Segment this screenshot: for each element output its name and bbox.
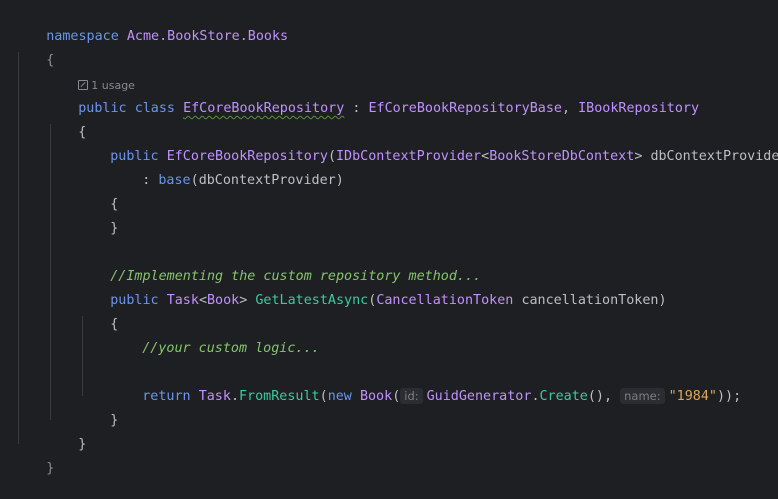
- code-line-2: {: [14, 31, 54, 68]
- method-name[interactable]: GetLatestAsync: [255, 293, 368, 308]
- code-line-return: return Task.FromResult(new Book(id: GuidG…: [110, 367, 741, 404]
- param-hint-name: name:: [620, 388, 665, 404]
- param-hint-id: id:: [400, 388, 423, 404]
- paren-close: ): [335, 173, 344, 188]
- usage-hint[interactable]: 1 usage: [46, 56, 135, 92]
- namespace-name: Acme.BookStore.Books: [126, 29, 289, 44]
- keyword-return: return: [142, 389, 191, 404]
- code-line-ctor-open: {: [78, 175, 118, 212]
- method-close-brace: }: [110, 413, 119, 428]
- code-line-method-sig: public Task<Book> GetLatestAsync(Cancell…: [78, 271, 666, 308]
- code-line-method-close: }: [78, 391, 118, 428]
- comma: ,: [604, 389, 621, 404]
- code-line-class-close: }: [46, 415, 86, 452]
- keyword-base: base: [158, 173, 191, 188]
- code-line-class-open: {: [46, 103, 86, 140]
- namespace-close-brace: }: [46, 461, 55, 476]
- from-result-method[interactable]: FromResult: [239, 389, 320, 404]
- paren-open: (: [319, 389, 328, 404]
- paren-open: (: [190, 173, 199, 188]
- comment-custom-logic: //your custom logic...: [142, 341, 320, 356]
- code-line-base-call: : base(dbContextProvider): [110, 151, 344, 188]
- book-class[interactable]: Book: [360, 389, 392, 404]
- dot: .: [531, 389, 540, 404]
- class-name[interactable]: EfCoreBookRepository: [183, 101, 344, 116]
- task-class[interactable]: Task: [199, 389, 231, 404]
- comma: ,: [561, 101, 579, 116]
- token-name[interactable]: cancellationToken: [521, 293, 658, 308]
- empty-parens: (): [587, 389, 604, 404]
- base-colon: :: [142, 173, 159, 188]
- keyword-namespace: namespace: [46, 29, 119, 44]
- param-name[interactable]: dbContextProvider: [650, 149, 778, 164]
- string-literal[interactable]: "1984": [669, 389, 717, 404]
- code-line-method-open: {: [78, 295, 118, 332]
- token-type[interactable]: CancellationToken: [376, 293, 513, 308]
- keyword-new: new: [327, 389, 352, 404]
- base-class[interactable]: EfCoreBookRepositoryBase: [369, 101, 562, 116]
- gt: >: [239, 293, 256, 308]
- class-close-brace: }: [78, 437, 87, 452]
- keyword-class: class: [134, 101, 175, 116]
- paren-close: ): [658, 293, 667, 308]
- code-line-ctor: public EfCoreBookRepository(IDbContextPr…: [78, 127, 778, 164]
- guid-generator[interactable]: GuidGenerator: [427, 389, 532, 404]
- code-line-namespace-close: }: [14, 439, 54, 476]
- lt: <: [481, 149, 490, 164]
- code-line-ctor-close: }: [78, 199, 118, 236]
- interface-name[interactable]: IBookRepository: [578, 101, 699, 116]
- code-line-comment-logic: //your custom logic...: [110, 319, 319, 356]
- base-arg[interactable]: dbContextProvider: [199, 173, 336, 188]
- indent-guide-namespace: [18, 52, 19, 444]
- gt: >: [634, 149, 651, 164]
- lt: <: [198, 293, 207, 308]
- code-line-1: namespace Acme.BookStore.Books: [14, 7, 288, 44]
- code-line-comment-impl: //Implementing the custom repository met…: [78, 247, 481, 284]
- colon: :: [344, 101, 369, 116]
- return-type-task[interactable]: Task: [167, 293, 199, 308]
- code-line-class-decl: public class EfCoreBookRepository : EfCo…: [46, 79, 699, 116]
- param-type-outer[interactable]: IDbContextProvider: [336, 149, 481, 164]
- statement-tail: ));: [717, 389, 742, 404]
- paren-open: (: [392, 389, 401, 404]
- create-method[interactable]: Create: [540, 389, 588, 404]
- dot: .: [230, 389, 239, 404]
- code-editor[interactable]: namespace Acme.BookStore.Books { 1 usage…: [0, 0, 778, 476]
- ctor-close-brace: }: [110, 221, 119, 236]
- indent-guide-class: [50, 124, 51, 420]
- return-type-book[interactable]: Book: [207, 293, 239, 308]
- param-type-inner[interactable]: BookStoreDbContext: [489, 149, 634, 164]
